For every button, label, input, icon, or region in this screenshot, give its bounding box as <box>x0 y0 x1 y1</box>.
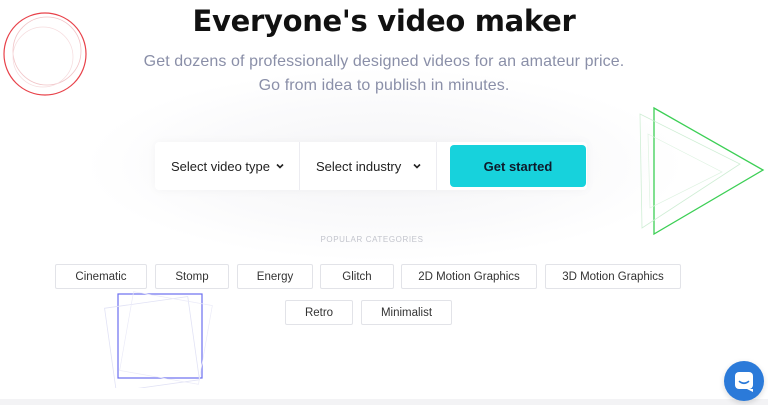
video-type-select[interactable]: Select video type <box>155 142 300 190</box>
hero-subtitle-line1: Get dozens of professionally designed vi… <box>143 53 625 70</box>
category-chip-retro[interactable]: Retro <box>285 300 353 325</box>
chevron-down-icon <box>276 163 284 169</box>
category-chip-cinematic[interactable]: Cinematic <box>55 264 147 289</box>
decorative-triangle-icon <box>639 106 765 236</box>
industry-label: Select industry <box>316 158 402 174</box>
chat-launcher-button[interactable] <box>724 361 764 401</box>
category-chip-3d-motion-graphics[interactable]: 3D Motion Graphics <box>545 264 681 289</box>
category-chip-energy[interactable]: Energy <box>237 264 313 289</box>
page-title: Everyone's video maker <box>192 4 576 38</box>
get-started-button[interactable]: Get started <box>450 145 586 187</box>
category-chip-minimalist[interactable]: Minimalist <box>361 300 452 325</box>
category-chip-glitch[interactable]: Glitch <box>320 264 394 289</box>
chevron-down-icon <box>413 163 421 169</box>
bottom-strip <box>0 399 768 405</box>
category-chip-stomp[interactable]: Stomp <box>155 264 229 289</box>
chat-bubble-icon <box>735 372 753 392</box>
video-search-bar: Select video type Select industry Get st… <box>155 142 587 190</box>
hero-subtitle-line2: Go from idea to publish in minutes. <box>258 77 510 94</box>
decorative-square-icon <box>104 291 213 388</box>
industry-select[interactable]: Select industry <box>300 142 437 190</box>
category-chip-2d-motion-graphics[interactable]: 2D Motion Graphics <box>401 264 537 289</box>
video-type-label: Select video type <box>171 158 271 174</box>
popular-categories-heading: POPULAR CATEGORIES <box>320 235 424 244</box>
